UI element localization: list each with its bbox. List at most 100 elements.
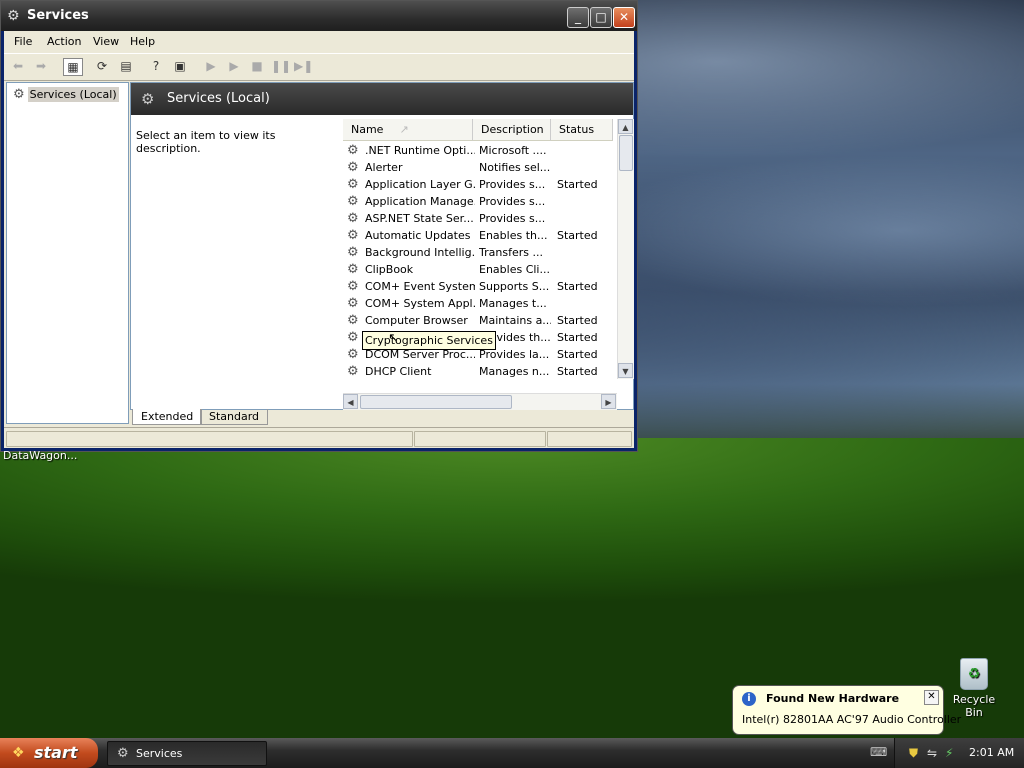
scroll-right-icon[interactable]: ▶ (601, 394, 616, 409)
scroll-left-icon[interactable]: ◀ (343, 394, 358, 409)
system-tray: ⛊ ⇋ ⚡ 2:01 AM (894, 738, 1024, 768)
table-row[interactable]: ⚙ COM+ System Appl... Manages t... (343, 295, 633, 312)
stop-service-icon[interactable]: ■ (248, 58, 266, 74)
service-name: COM+ System Appl... (365, 297, 475, 310)
forward-arrow-icon[interactable]: ➡ (32, 58, 50, 74)
toolbar: ⬅ ➡ ▦ ⟳ ▤ ? ▣ ▶ ▶ ■ ❚❚ ▶❚ (4, 54, 634, 81)
maximize-button[interactable]: □ (590, 7, 612, 28)
column-header-description[interactable]: Description (473, 119, 551, 141)
table-row[interactable]: ⚙ Alerter Notifies sel... (343, 159, 633, 176)
table-row[interactable]: ⚙ Application Layer G... Provides s... Star… (343, 176, 633, 193)
service-status: Started (557, 280, 598, 293)
service-status: Started (557, 178, 598, 191)
service-gear-icon: ⚙ (347, 160, 359, 175)
pause-service-icon[interactable]: ❚❚ (271, 58, 291, 74)
help-icon[interactable]: ? (147, 58, 165, 74)
service-description: Enables Cli... (479, 263, 550, 276)
safely-remove-hardware-icon[interactable]: ⚡ (945, 746, 953, 760)
menu-bar: File Action View Help (4, 31, 634, 54)
column-header-status[interactable]: Status (551, 119, 613, 141)
service-gear-icon: ⚙ (347, 245, 359, 260)
recycle-bin[interactable]: ♻ Recycle Bin (944, 658, 1004, 719)
status-cell (414, 431, 546, 447)
service-name: .NET Runtime Opti... (365, 144, 475, 157)
console-tree: ⚙ Services (Local) (6, 82, 129, 424)
keyboard-icon[interactable]: ⌨ (870, 745, 887, 759)
balloon-message: Intel(r) 82801AA AC'97 Audio Controller (742, 713, 962, 726)
clock[interactable]: 2:01 AM (969, 746, 1014, 759)
service-gear-icon: ⚙ (347, 143, 359, 158)
services-gear-icon: ⚙ (7, 8, 20, 24)
tab-extended[interactable]: Extended (132, 409, 203, 425)
desktop-icon-label[interactable]: DataWagon... (3, 449, 77, 462)
menu-view[interactable]: View (93, 35, 119, 48)
properties-icon[interactable]: ▣ (171, 58, 189, 74)
vertical-scrollbar[interactable]: ▲ ▼ (617, 119, 634, 379)
taskbar-button-services[interactable]: ⚙ Services (107, 741, 267, 766)
menu-file[interactable]: File (14, 35, 32, 48)
service-name: ASP.NET State Ser... (365, 212, 474, 225)
service-name: ClipBook (365, 263, 414, 276)
back-arrow-icon[interactable]: ⬅ (9, 58, 27, 74)
recycle-bin-icon: ♻ (960, 658, 988, 690)
view-tabs: Extended Standard (130, 409, 634, 425)
service-description: Microsoft .... (479, 144, 547, 157)
table-row[interactable]: ⚙ .NET Runtime Opti... Microsoft .... (343, 142, 633, 159)
horizontal-scrollbar[interactable]: ◀ ▶ (343, 393, 617, 410)
column-header-name[interactable]: Name ↗ (343, 119, 473, 141)
pane-title: Services (Local) (167, 91, 270, 106)
refresh-icon[interactable]: ⟳ (93, 58, 111, 74)
service-status: Started (557, 314, 598, 327)
scroll-up-icon[interactable]: ▲ (618, 119, 633, 134)
close-icon[interactable]: ✕ (924, 690, 939, 705)
service-name: Automatic Updates (365, 229, 471, 242)
pane-header: ⚙ Services (Local) (131, 83, 633, 115)
title-bar[interactable]: ⚙ Services _ □ ✕ (1, 1, 637, 31)
service-gear-icon: ⚙ (347, 211, 359, 226)
table-row[interactable]: ⚙ Computer Browser Maintains a... Started (343, 312, 633, 329)
service-status: Started (557, 348, 598, 361)
service-gear-icon: ⚙ (347, 228, 359, 243)
table-row[interactable]: ⚙ Automatic Updates Enables th... Started (343, 227, 633, 244)
mouse-pointer-icon: ↖ (388, 331, 399, 346)
window-title: Services (27, 8, 89, 23)
service-status: Started (557, 365, 598, 378)
play-icon[interactable]: ▶ (225, 58, 243, 74)
table-row[interactable]: ⚙ ClipBook Enables Cli... (343, 261, 633, 278)
scroll-down-icon[interactable]: ▼ (618, 363, 633, 378)
service-gear-icon: ⚙ (347, 364, 359, 379)
tooltip: Cryptographic Services (362, 331, 496, 350)
table-row[interactable]: ⚙ Background Intellig... Transfers ... (343, 244, 633, 261)
table-row[interactable]: ⚙ ASP.NET State Ser... Provides s... (343, 210, 633, 227)
tree-item-services-local[interactable]: ⚙ Services (Local) (13, 87, 119, 102)
close-button[interactable]: ✕ (613, 7, 635, 28)
service-description: Supports S... (479, 280, 550, 293)
minimize-button[interactable]: _ (567, 7, 589, 28)
start-service-icon[interactable]: ▶ (202, 58, 220, 74)
service-description: Manages n... (479, 365, 550, 378)
menu-action[interactable]: Action (47, 35, 81, 48)
sort-indicator-icon: ↗ (399, 123, 409, 136)
network-icon[interactable]: ⇋ (927, 746, 937, 760)
service-name: DHCP Client (365, 365, 432, 378)
service-gear-icon: ⚙ (347, 177, 359, 192)
table-row[interactable]: ⚙ COM+ Event System Supports S... Started (343, 278, 633, 295)
services-list: Name ↗ Description Status ⚙ .NET Runtime O… (343, 119, 633, 409)
menu-help[interactable]: Help (130, 35, 155, 48)
horizontal-scroll-thumb[interactable] (360, 395, 512, 409)
details-pane: ⚙ Services (Local) Select an item to vie… (130, 82, 634, 410)
show-hide-tree-icon[interactable]: ▦ (63, 58, 83, 76)
service-description: Maintains a... (479, 314, 551, 327)
service-description: Notifies sel... (479, 161, 551, 174)
security-shield-icon[interactable]: ⛊ (909, 746, 918, 761)
service-description: Transfers ... (479, 246, 543, 259)
vertical-scroll-thumb[interactable] (619, 135, 633, 171)
tab-standard[interactable]: Standard (200, 409, 269, 425)
restart-service-icon[interactable]: ▶❚ (294, 58, 313, 74)
service-gear-icon: ⚙ (347, 313, 359, 328)
table-row[interactable]: ⚙ DHCP Client Manages n... Started (343, 363, 633, 380)
notification-balloon[interactable]: i Found New Hardware ✕ Intel(r) 82801AA … (732, 685, 961, 735)
table-row[interactable]: ⚙ Application Manage... Provides s... (343, 193, 633, 210)
export-list-icon[interactable]: ▤ (117, 58, 135, 74)
start-button[interactable]: ❖ start (0, 738, 98, 768)
